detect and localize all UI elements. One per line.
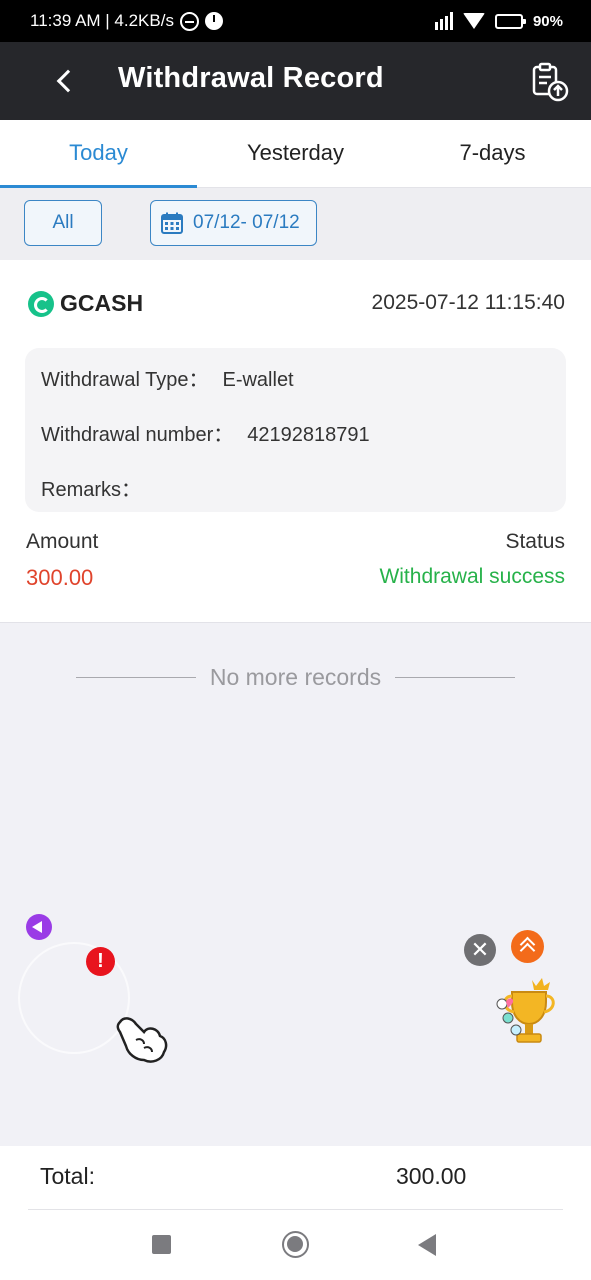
- total-value: 300.00: [396, 1163, 467, 1189]
- do-not-disturb-icon: [179, 11, 199, 31]
- app-header: Withdrawal Record: [0, 42, 591, 120]
- filter-bar: All 07/12- 07/12: [0, 188, 591, 260]
- signal-icon: [434, 12, 453, 30]
- chevron-left-icon: [56, 69, 80, 93]
- recent-apps-icon[interactable]: [152, 1235, 171, 1254]
- collapse-float-button[interactable]: [26, 914, 52, 940]
- back-button[interactable]: [50, 64, 80, 98]
- tab-today[interactable]: Today: [0, 120, 197, 188]
- tab-7-days[interactable]: 7-days: [394, 120, 591, 187]
- date-range-label: 07/12- 07/12: [193, 212, 300, 233]
- no-more-records-label: No more records: [209, 664, 382, 690]
- status-bar: 11:39 AM | 4.2KB/s 90%: [0, 0, 591, 42]
- alert-icon[interactable]: !: [86, 947, 115, 976]
- divider-right: [395, 677, 516, 678]
- withdrawal-type-row: Withdrawal Type： E-wallet: [41, 363, 294, 392]
- clipboard-upload-icon: [532, 62, 569, 102]
- total-bar: Total: 300.00: [0, 1146, 591, 1210]
- home-icon[interactable]: [282, 1231, 309, 1258]
- page-title: Withdrawal Record: [118, 62, 384, 94]
- close-float-button[interactable]: ✕: [464, 934, 496, 966]
- battery-percent: 90%: [532, 12, 563, 30]
- withdrawal-type-value: E-wallet: [222, 369, 294, 391]
- wifi-icon: [462, 13, 485, 29]
- record-details: Withdrawal Type： E-wallet Withdrawal numb…: [25, 348, 566, 512]
- amount-label: Amount: [26, 530, 99, 553]
- amount-value: 300.00: [26, 565, 94, 590]
- status-value: Withdrawal success: [379, 565, 565, 588]
- gcash-logo-icon: [28, 290, 54, 317]
- filter-all-button[interactable]: All: [24, 200, 102, 246]
- clipboard-upload-button[interactable]: [531, 62, 569, 102]
- status-time: 11:39 AM | 4.2KB/s: [30, 11, 174, 30]
- calendar-icon: [161, 212, 183, 234]
- scroll-top-button[interactable]: [511, 930, 544, 963]
- remarks-label: Remarks：: [41, 479, 142, 501]
- withdrawal-type-label: Withdrawal Type：: [41, 369, 209, 391]
- record-datetime: 2025-07-12 11:15:40: [371, 291, 565, 314]
- tab-yesterday[interactable]: Yesterday: [197, 120, 394, 187]
- divider-left: [75, 677, 196, 678]
- battery-icon: [494, 13, 526, 29]
- pointing-hand-icon: [114, 1012, 170, 1066]
- trophy-icon[interactable]: [490, 974, 560, 1050]
- withdrawal-record-card[interactable]: GCASH 2025-07-12 11:15:40 Withdrawal Typ…: [0, 260, 591, 623]
- remarks-row: Remarks：: [41, 473, 155, 502]
- withdrawal-number-row: Withdrawal number： 42192818791: [41, 418, 370, 447]
- withdrawal-number-value: 42192818791: [247, 424, 370, 446]
- total-label: Total:: [40, 1163, 95, 1189]
- alarm-icon: [204, 12, 223, 30]
- status-label: Status: [505, 530, 565, 553]
- system-nav-bar: [0, 1210, 591, 1280]
- payment-method: GCASH: [28, 290, 143, 317]
- payment-method-label: GCASH: [60, 290, 144, 316]
- date-range-button[interactable]: 07/12- 07/12: [150, 200, 317, 246]
- date-tabs: Today Yesterday 7-days: [0, 120, 591, 188]
- no-more-records: No more records: [0, 664, 591, 691]
- back-triangle-icon[interactable]: [418, 1234, 436, 1256]
- withdrawal-number-label: Withdrawal number：: [41, 424, 234, 446]
